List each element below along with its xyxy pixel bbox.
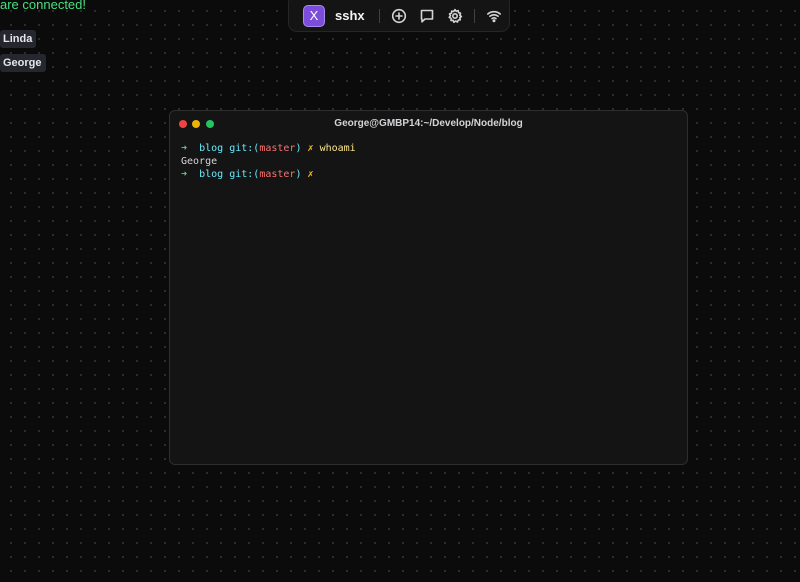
user-tag-linda: Linda	[0, 30, 37, 48]
terminal-line: ➜ blog git:(master) ✗ whoami	[181, 142, 687, 155]
prompt-git-close: )	[295, 169, 302, 180]
app-logo: X	[303, 4, 325, 27]
prompt-dir: blog	[199, 169, 224, 180]
terminal-line: ➜ blog git:(master) ✗	[181, 168, 687, 181]
wifi-icon	[486, 10, 501, 22]
gear-icon	[448, 8, 462, 23]
connection-status: are connected!	[0, 0, 87, 12]
terminal-output-line: George	[181, 156, 218, 167]
prompt-dir: blog	[199, 143, 224, 154]
prompt-git-open: git:(	[229, 143, 260, 154]
command-text: whoami	[319, 143, 356, 154]
terminal-title: George@GMBP14:~/Develop/Node/blog	[334, 118, 523, 129]
prompt-dirty-marker: ✗	[307, 169, 314, 180]
user-tag-george: George	[0, 54, 46, 72]
prompt-branch: master	[259, 169, 296, 180]
app-name: sshx	[335, 8, 365, 23]
prompt-dirty-marker: ✗	[307, 143, 314, 154]
prompt-arrow: ➜	[181, 143, 188, 154]
toolbar-divider	[473, 8, 475, 23]
prompt-branch: master	[259, 143, 296, 154]
prompt-git-open: git:(	[229, 169, 260, 180]
terminal-window[interactable]: George@GMBP14:~/Develop/Node/blog ➜ blog…	[169, 110, 688, 465]
chat-button[interactable]	[417, 6, 437, 26]
new-terminal-button[interactable]	[389, 6, 409, 26]
toolbar-divider	[378, 8, 380, 23]
connection-button[interactable]	[484, 6, 504, 26]
toolbar: X sshx	[288, 0, 510, 32]
prompt-git-close: )	[295, 143, 302, 154]
chat-icon	[420, 9, 433, 23]
terminal-output[interactable]: ➜ blog git:(master) ✗ whoami George ➜ bl…	[170, 137, 687, 181]
terminal-titlebar[interactable]: George@GMBP14:~/Develop/Node/blog	[170, 111, 687, 137]
plus-circle-icon	[391, 8, 406, 23]
settings-button[interactable]	[445, 6, 465, 26]
prompt-arrow: ➜	[181, 169, 188, 180]
